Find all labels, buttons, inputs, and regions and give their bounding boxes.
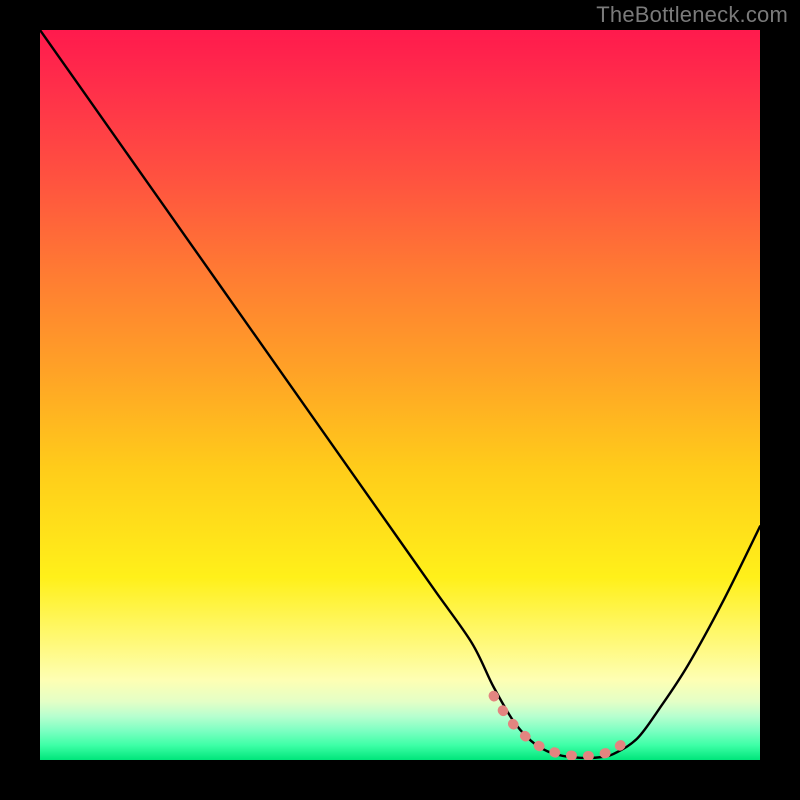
- highlight-dots: [494, 696, 624, 756]
- chart-frame: TheBottleneck.com: [0, 0, 800, 800]
- attribution-text: TheBottleneck.com: [596, 2, 788, 28]
- curve-line: [40, 30, 760, 758]
- plot-area: [40, 30, 760, 760]
- chart-svg: [40, 30, 760, 760]
